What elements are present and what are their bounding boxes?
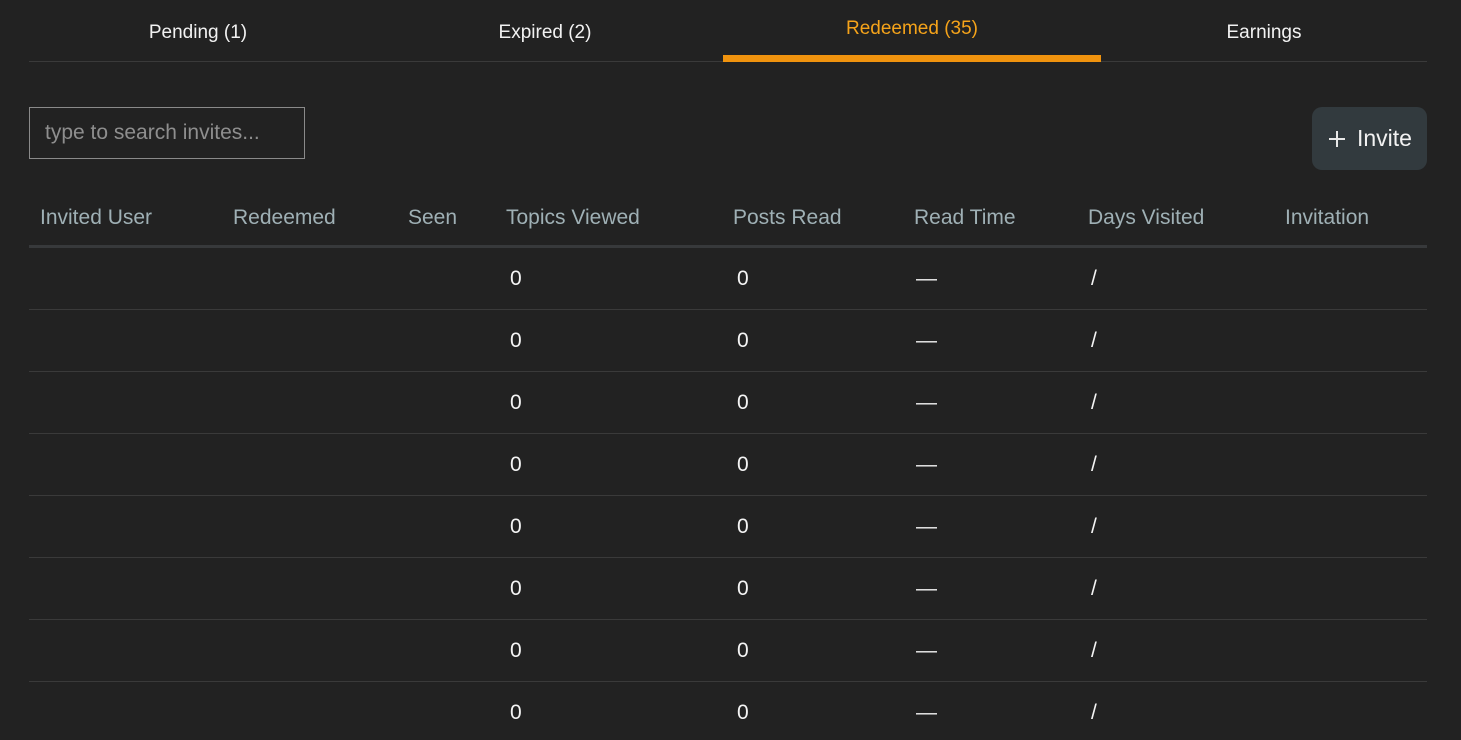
cell-read-time: —: [916, 577, 937, 600]
plus-icon: [1329, 130, 1345, 147]
column-topics-viewed[interactable]: Topics Viewed: [506, 190, 640, 245]
cell-read-time: —: [916, 453, 937, 476]
cell-read-time: —: [916, 267, 937, 290]
cell-topics-viewed: 0: [510, 515, 522, 538]
cell-days-visited: /: [1091, 391, 1097, 414]
cell-days-visited: /: [1091, 639, 1097, 662]
tab-expired[interactable]: Expired (2): [367, 0, 723, 62]
tab-pending[interactable]: Pending (1): [29, 0, 367, 62]
tab-earnings[interactable]: Earnings: [1101, 0, 1427, 62]
tab-expired-label: Expired (2): [498, 22, 592, 43]
table-row: 0 0 — /: [29, 682, 1427, 740]
cell-posts-read: 0: [737, 639, 749, 662]
search-input[interactable]: [29, 107, 305, 159]
cell-days-visited: /: [1091, 267, 1097, 290]
table-row: 0 0 — /: [29, 496, 1427, 558]
cell-read-time: —: [916, 639, 937, 662]
invites-page: Pending (1) Expired (2) Redeemed (35) Ea…: [0, 0, 1461, 740]
cell-read-time: —: [916, 391, 937, 414]
invite-tabs: Pending (1) Expired (2) Redeemed (35) Ea…: [29, 0, 1427, 62]
cell-days-visited: /: [1091, 329, 1097, 352]
table-row: 0 0 — /: [29, 372, 1427, 434]
cell-posts-read: 0: [737, 391, 749, 414]
cell-topics-viewed: 0: [510, 453, 522, 476]
cell-read-time: —: [916, 701, 937, 724]
cell-days-visited: /: [1091, 701, 1097, 724]
cell-posts-read: 0: [737, 577, 749, 600]
cell-topics-viewed: 0: [510, 329, 522, 352]
column-seen[interactable]: Seen: [408, 190, 457, 245]
tab-redeemed[interactable]: Redeemed (35): [723, 0, 1101, 62]
cell-topics-viewed: 0: [510, 639, 522, 662]
cell-topics-viewed: 0: [510, 391, 522, 414]
invites-table: Invited User Redeemed Seen Topics Viewed…: [29, 190, 1427, 740]
cell-posts-read: 0: [737, 515, 749, 538]
invite-button[interactable]: Invite: [1312, 107, 1427, 170]
table-row: 0 0 — /: [29, 620, 1427, 682]
column-invited-user[interactable]: Invited User: [40, 190, 152, 245]
table-header: Invited User Redeemed Seen Topics Viewed…: [29, 190, 1427, 248]
table-row: 0 0 — /: [29, 434, 1427, 496]
cell-posts-read: 0: [737, 701, 749, 724]
column-posts-read[interactable]: Posts Read: [733, 190, 842, 245]
table-body: 0 0 — / 0 0 — / 0 0 — / 0 0 — / 0 0 — / 0 0 — / 0 0 — / 0 0 — /: [29, 248, 1427, 740]
tab-redeemed-label: Redeemed (35): [845, 18, 979, 39]
cell-read-time: —: [916, 329, 937, 352]
table-row: 0 0 — /: [29, 310, 1427, 372]
table-row: 0 0 — /: [29, 558, 1427, 620]
column-redeemed[interactable]: Redeemed: [233, 190, 336, 245]
column-invitation[interactable]: Invitation: [1285, 190, 1369, 245]
column-read-time[interactable]: Read Time: [914, 190, 1016, 245]
cell-posts-read: 0: [737, 453, 749, 476]
cell-topics-viewed: 0: [510, 577, 522, 600]
cell-days-visited: /: [1091, 453, 1097, 476]
cell-posts-read: 0: [737, 267, 749, 290]
cell-topics-viewed: 0: [510, 267, 522, 290]
invite-button-label: Invite: [1357, 125, 1412, 151]
cell-posts-read: 0: [737, 329, 749, 352]
cell-topics-viewed: 0: [510, 701, 522, 724]
table-row: 0 0 — /: [29, 248, 1427, 310]
column-days-visited[interactable]: Days Visited: [1088, 190, 1204, 245]
cell-days-visited: /: [1091, 515, 1097, 538]
tab-pending-label: Pending (1): [148, 22, 248, 43]
cell-read-time: —: [916, 515, 937, 538]
tab-earnings-label: Earnings: [1226, 22, 1302, 43]
cell-days-visited: /: [1091, 577, 1097, 600]
